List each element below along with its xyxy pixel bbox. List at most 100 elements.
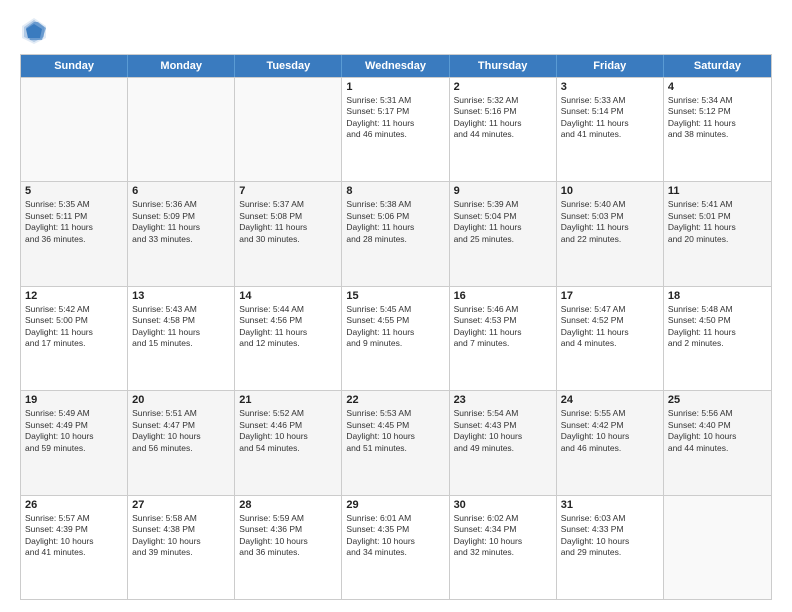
calendar-cell: 13 Sunrise: 5:43 AM Sunset: 4:58 PM Dayli… (128, 287, 235, 390)
day-info: Sunrise: 5:56 AM Sunset: 4:40 PM Dayligh… (668, 408, 767, 454)
calendar-cell: 24 Sunrise: 5:55 AM Sunset: 4:42 PM Dayli… (557, 391, 664, 494)
day-number: 29 (346, 499, 444, 511)
day-number: 5 (25, 185, 123, 197)
day-info: Sunrise: 5:42 AM Sunset: 5:00 PM Dayligh… (25, 304, 123, 350)
day-number: 28 (239, 499, 337, 511)
calendar-body: 1 Sunrise: 5:31 AM Sunset: 5:17 PM Daylig… (21, 77, 771, 599)
calendar-cell: 10 Sunrise: 5:40 AM Sunset: 5:03 PM Dayli… (557, 182, 664, 285)
day-number: 21 (239, 394, 337, 406)
day-number: 20 (132, 394, 230, 406)
day-number: 19 (25, 394, 123, 406)
day-info: Sunrise: 5:49 AM Sunset: 4:49 PM Dayligh… (25, 408, 123, 454)
calendar-cell: 20Sunrise: 5:51 AM Sunset: 4:47 PM Dayli… (128, 391, 235, 494)
day-info: Sunrise: 5:41 AM Sunset: 5:01 PM Dayligh… (668, 199, 767, 245)
day-info: Sunrise: 5:45 AM Sunset: 4:55 PM Dayligh… (346, 304, 444, 350)
page: SundayMondayTuesdayWednesdayThursdayFrid… (0, 0, 792, 612)
calendar-cell: 6 Sunrise: 5:36 AM Sunset: 5:09 PM Daylig… (128, 182, 235, 285)
calendar-cell: 4 Sunrise: 5:34 AM Sunset: 5:12 PM Daylig… (664, 78, 771, 181)
calendar-cell: 31 Sunrise: 6:03 AM Sunset: 4:33 PM Dayli… (557, 496, 664, 599)
calendar-cell (128, 78, 235, 181)
day-info: Sunrise: 5:47 AM Sunset: 4:52 PM Dayligh… (561, 304, 659, 350)
day-info: Sunrise: 5:53 AM Sunset: 4:45 PM Dayligh… (346, 408, 444, 454)
day-info: Sunrise: 5:58 AM Sunset: 4:38 PM Dayligh… (132, 513, 230, 559)
calendar-cell: 15Sunrise: 5:45 AM Sunset: 4:55 PM Dayli… (342, 287, 449, 390)
header-cell-tuesday: Tuesday (235, 55, 342, 77)
header-cell-thursday: Thursday (450, 55, 557, 77)
header-cell-sunday: Sunday (21, 55, 128, 77)
day-number: 13 (132, 290, 230, 302)
day-number: 27 (132, 499, 230, 511)
calendar-row-4: 26 Sunrise: 5:57 AM Sunset: 4:39 PM Dayli… (21, 495, 771, 599)
calendar-cell: 28 Sunrise: 5:59 AM Sunset: 4:36 PM Dayli… (235, 496, 342, 599)
day-info: Sunrise: 5:33 AM Sunset: 5:14 PM Dayligh… (561, 95, 659, 141)
calendar-cell: 2Sunrise: 5:32 AM Sunset: 5:16 PM Daylig… (450, 78, 557, 181)
day-info: Sunrise: 5:32 AM Sunset: 5:16 PM Dayligh… (454, 95, 552, 141)
day-info: Sunrise: 5:55 AM Sunset: 4:42 PM Dayligh… (561, 408, 659, 454)
day-number: 4 (668, 81, 767, 93)
calendar-cell: 7 Sunrise: 5:37 AM Sunset: 5:08 PM Daylig… (235, 182, 342, 285)
day-number: 3 (561, 81, 659, 93)
day-info: Sunrise: 5:46 AM Sunset: 4:53 PM Dayligh… (454, 304, 552, 350)
day-info: Sunrise: 5:43 AM Sunset: 4:58 PM Dayligh… (132, 304, 230, 350)
day-info: Sunrise: 5:40 AM Sunset: 5:03 PM Dayligh… (561, 199, 659, 245)
calendar-row-0: 1 Sunrise: 5:31 AM Sunset: 5:17 PM Daylig… (21, 77, 771, 181)
header-cell-saturday: Saturday (664, 55, 771, 77)
day-info: Sunrise: 6:03 AM Sunset: 4:33 PM Dayligh… (561, 513, 659, 559)
day-number: 12 (25, 290, 123, 302)
calendar-header: SundayMondayTuesdayWednesdayThursdayFrid… (21, 55, 771, 77)
day-number: 8 (346, 185, 444, 197)
day-number: 6 (132, 185, 230, 197)
day-info: Sunrise: 5:34 AM Sunset: 5:12 PM Dayligh… (668, 95, 767, 141)
calendar-cell: 26 Sunrise: 5:57 AM Sunset: 4:39 PM Dayli… (21, 496, 128, 599)
day-number: 23 (454, 394, 552, 406)
day-info: Sunrise: 6:01 AM Sunset: 4:35 PM Dayligh… (346, 513, 444, 559)
day-info: Sunrise: 5:35 AM Sunset: 5:11 PM Dayligh… (25, 199, 123, 245)
day-info: Sunrise: 5:52 AM Sunset: 4:46 PM Dayligh… (239, 408, 337, 454)
calendar-cell: 22 Sunrise: 5:53 AM Sunset: 4:45 PM Dayli… (342, 391, 449, 494)
calendar-cell: 5 Sunrise: 5:35 AM Sunset: 5:11 PM Daylig… (21, 182, 128, 285)
header-cell-friday: Friday (557, 55, 664, 77)
calendar-cell (21, 78, 128, 181)
day-number: 17 (561, 290, 659, 302)
day-info: Sunrise: 5:44 AM Sunset: 4:56 PM Dayligh… (239, 304, 337, 350)
day-number: 31 (561, 499, 659, 511)
day-info: Sunrise: 5:39 AM Sunset: 5:04 PM Dayligh… (454, 199, 552, 245)
day-info: Sunrise: 5:36 AM Sunset: 5:09 PM Dayligh… (132, 199, 230, 245)
header (20, 16, 772, 44)
day-number: 30 (454, 499, 552, 511)
header-cell-monday: Monday (128, 55, 235, 77)
calendar-cell: 29 Sunrise: 6:01 AM Sunset: 4:35 PM Dayli… (342, 496, 449, 599)
calendar-cell: 27 Sunrise: 5:58 AM Sunset: 4:38 PM Dayli… (128, 496, 235, 599)
calendar-cell: 19 Sunrise: 5:49 AM Sunset: 4:49 PM Dayli… (21, 391, 128, 494)
day-number: 11 (668, 185, 767, 197)
day-number: 24 (561, 394, 659, 406)
calendar-cell: 17 Sunrise: 5:47 AM Sunset: 4:52 PM Dayli… (557, 287, 664, 390)
calendar-cell: 23Sunrise: 5:54 AM Sunset: 4:43 PM Dayli… (450, 391, 557, 494)
calendar-cell: 12 Sunrise: 5:42 AM Sunset: 5:00 PM Dayli… (21, 287, 128, 390)
calendar-row-1: 5 Sunrise: 5:35 AM Sunset: 5:11 PM Daylig… (21, 181, 771, 285)
calendar-cell: 14 Sunrise: 5:44 AM Sunset: 4:56 PM Dayli… (235, 287, 342, 390)
day-number: 18 (668, 290, 767, 302)
day-number: 25 (668, 394, 767, 406)
calendar: SundayMondayTuesdayWednesdayThursdayFrid… (20, 54, 772, 600)
day-info: Sunrise: 5:37 AM Sunset: 5:08 PM Dayligh… (239, 199, 337, 245)
calendar-cell: 3 Sunrise: 5:33 AM Sunset: 5:14 PM Daylig… (557, 78, 664, 181)
day-number: 1 (346, 81, 444, 93)
day-number: 22 (346, 394, 444, 406)
calendar-row-3: 19 Sunrise: 5:49 AM Sunset: 4:49 PM Dayli… (21, 390, 771, 494)
day-info: Sunrise: 5:57 AM Sunset: 4:39 PM Dayligh… (25, 513, 123, 559)
calendar-cell: 16Sunrise: 5:46 AM Sunset: 4:53 PM Dayli… (450, 287, 557, 390)
calendar-cell: 8Sunrise: 5:38 AM Sunset: 5:06 PM Daylig… (342, 182, 449, 285)
day-info: Sunrise: 5:31 AM Sunset: 5:17 PM Dayligh… (346, 95, 444, 141)
calendar-cell: 21 Sunrise: 5:52 AM Sunset: 4:46 PM Dayli… (235, 391, 342, 494)
calendar-cell: 25 Sunrise: 5:56 AM Sunset: 4:40 PM Dayli… (664, 391, 771, 494)
day-number: 14 (239, 290, 337, 302)
header-cell-wednesday: Wednesday (342, 55, 449, 77)
calendar-cell: 11 Sunrise: 5:41 AM Sunset: 5:01 PM Dayli… (664, 182, 771, 285)
day-info: Sunrise: 5:59 AM Sunset: 4:36 PM Dayligh… (239, 513, 337, 559)
day-number: 7 (239, 185, 337, 197)
day-number: 26 (25, 499, 123, 511)
calendar-cell: 1 Sunrise: 5:31 AM Sunset: 5:17 PM Daylig… (342, 78, 449, 181)
day-number: 10 (561, 185, 659, 197)
day-info: Sunrise: 6:02 AM Sunset: 4:34 PM Dayligh… (454, 513, 552, 559)
